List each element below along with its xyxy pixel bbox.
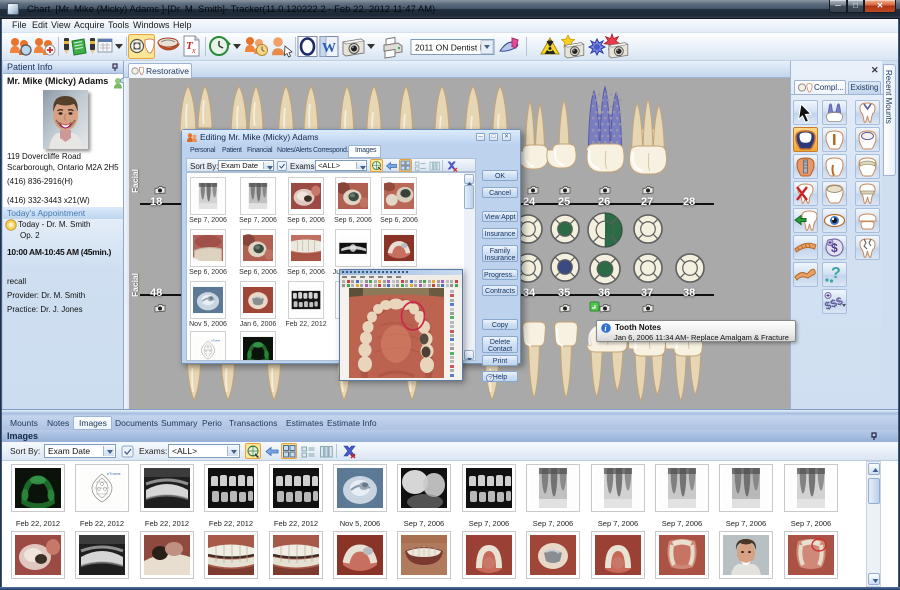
svg-text:2011 ON Dentist F: 2011 ON Dentist F	[415, 43, 485, 53]
svg-text:x: x	[191, 46, 196, 55]
svg-text:?: ?	[488, 376, 492, 382]
svg-text:W: W	[322, 41, 336, 56]
svg-text:eTrume: eTrume	[107, 471, 121, 476]
svg-text:eTrume: eTrume	[211, 339, 220, 343]
svg-text:?: ?	[831, 265, 841, 282]
